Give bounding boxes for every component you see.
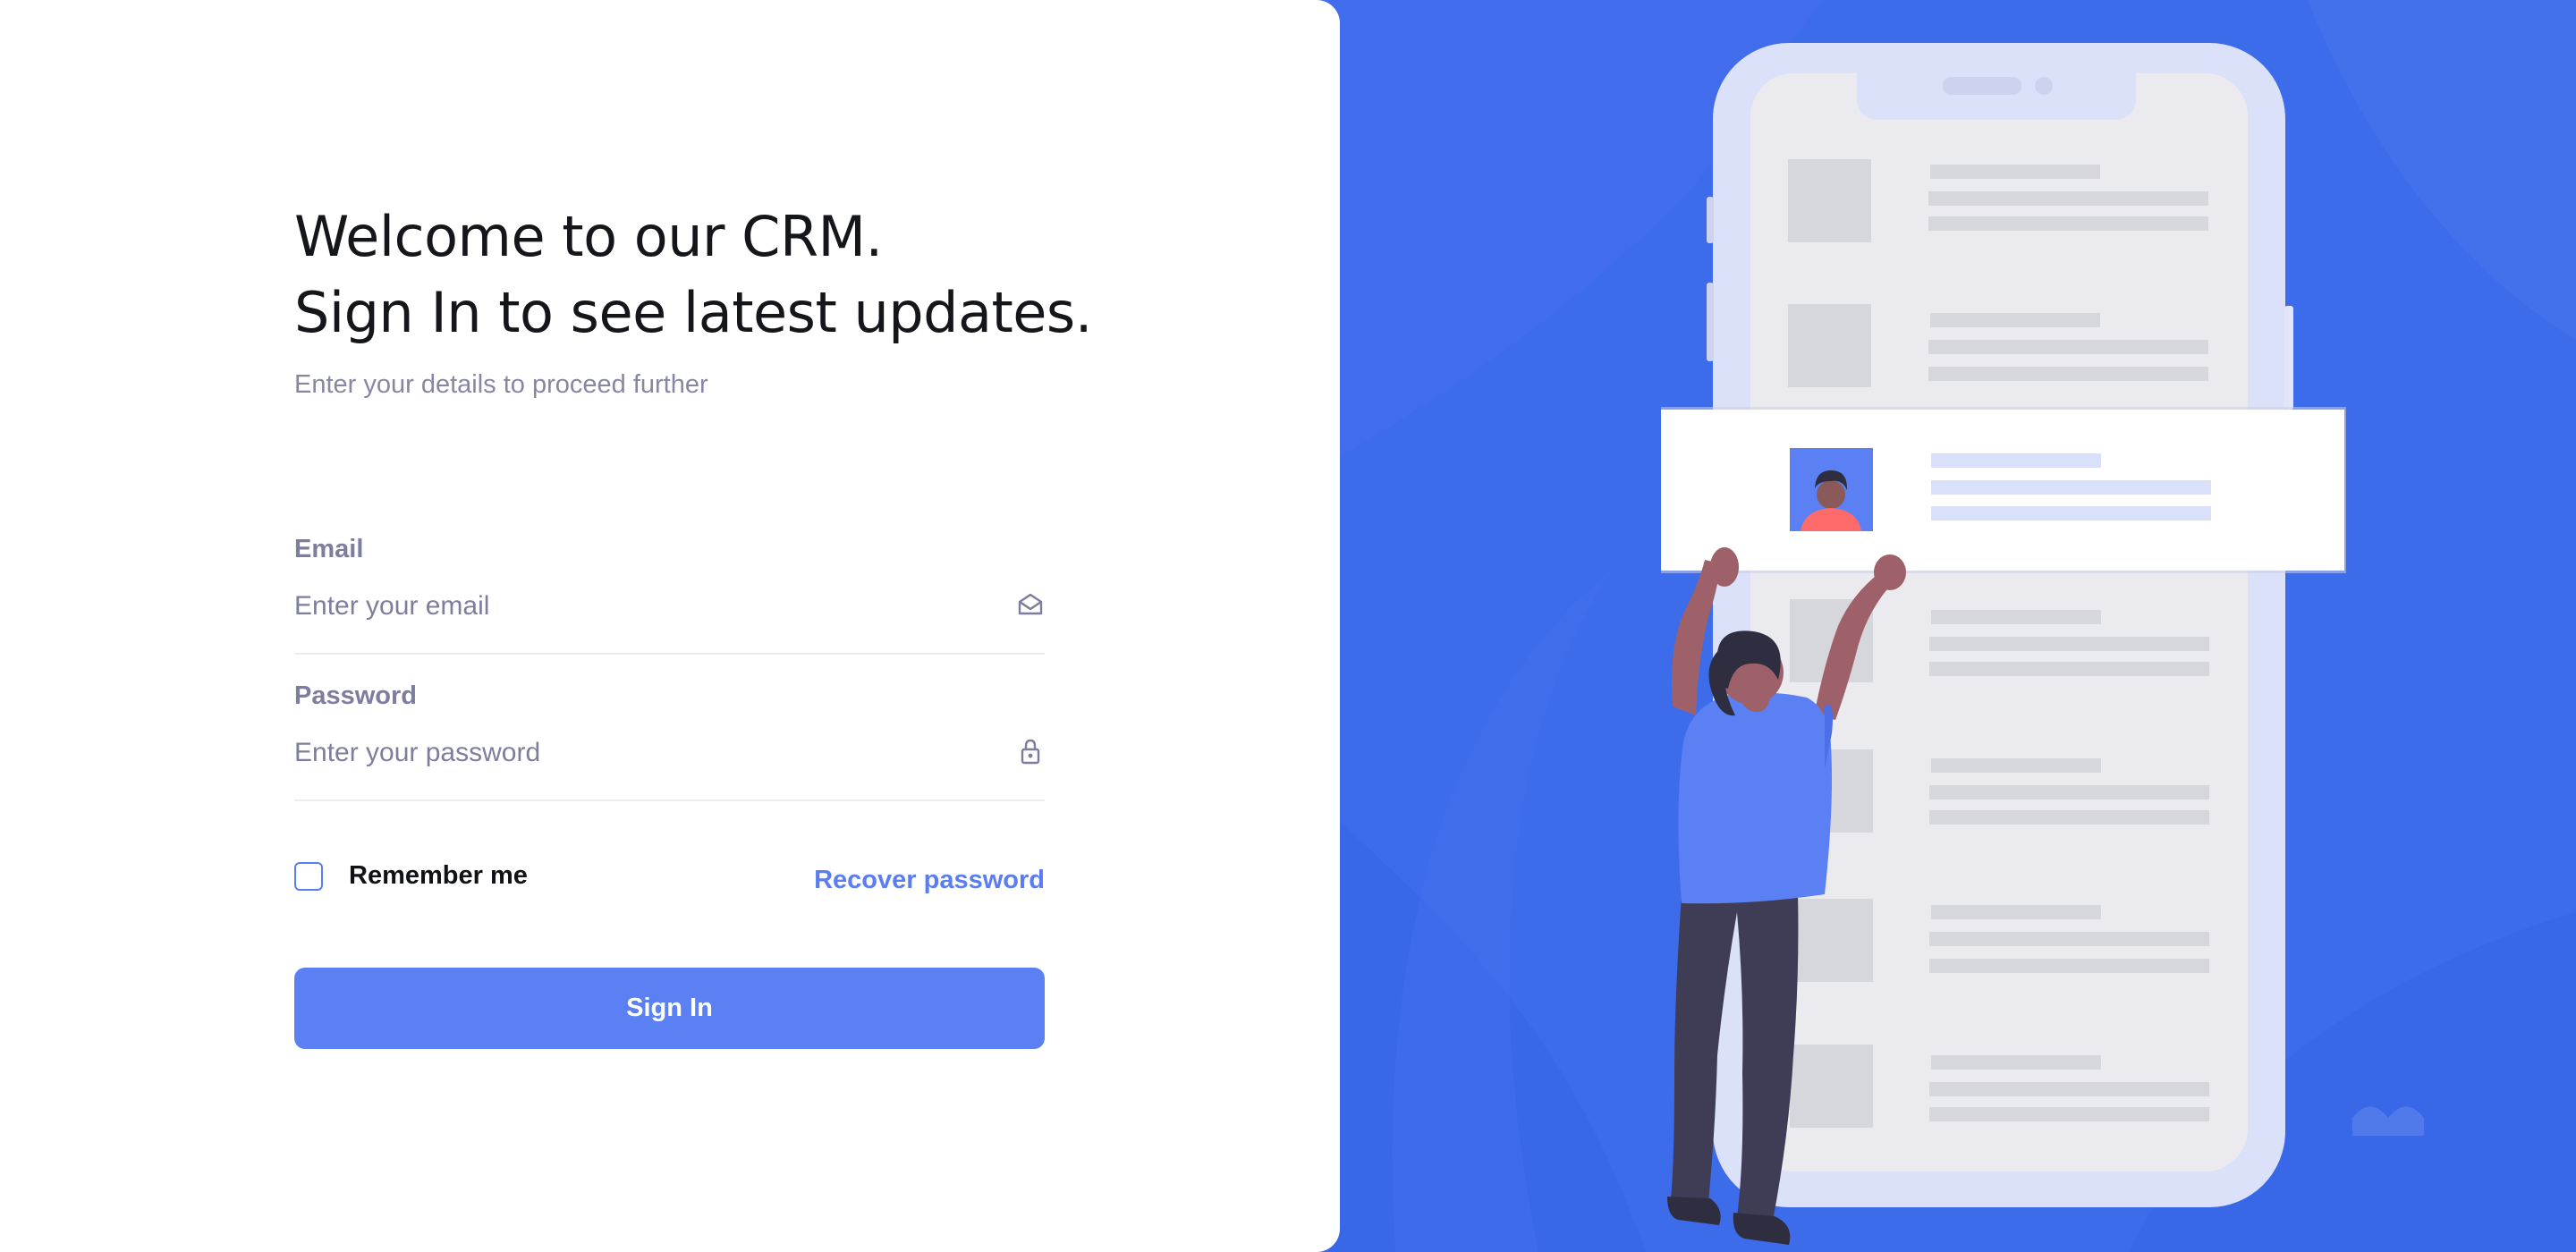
- watermark-mark: [2352, 1106, 2424, 1136]
- password-label: Password: [294, 681, 417, 710]
- page-subtitle: Enter your details to proceed further: [294, 370, 708, 399]
- remember-checkbox[interactable]: [294, 861, 323, 891]
- email-label: Email: [294, 535, 364, 563]
- lock-icon: [1021, 739, 1040, 765]
- remember-me[interactable]: Remember me: [294, 861, 528, 891]
- login-card: Welcome to our CRM. Sign In to see lates…: [0, 0, 1340, 1252]
- login-page: Welcome to our CRM. Sign In to see lates…: [0, 0, 2576, 1252]
- title-line-1: Welcome to our CRM.: [294, 204, 883, 269]
- title-line-2: Sign In to see latest updates.: [294, 280, 1092, 345]
- email-input[interactable]: [294, 587, 974, 626]
- envelope-icon: [1018, 593, 1043, 615]
- page-title: Welcome to our CRM. Sign In to see lates…: [294, 199, 1092, 351]
- email-field-group: Email: [294, 535, 1045, 655]
- password-field-group: Password: [294, 681, 1045, 801]
- sign-in-button[interactable]: Sign In: [294, 968, 1045, 1049]
- phone-illustration: [1661, 43, 2424, 1245]
- recover-password-link[interactable]: Recover password: [814, 866, 1045, 895]
- password-input[interactable]: [294, 733, 974, 773]
- remember-label: Remember me: [349, 861, 528, 890]
- highlighted-profile-card: [1661, 407, 2346, 573]
